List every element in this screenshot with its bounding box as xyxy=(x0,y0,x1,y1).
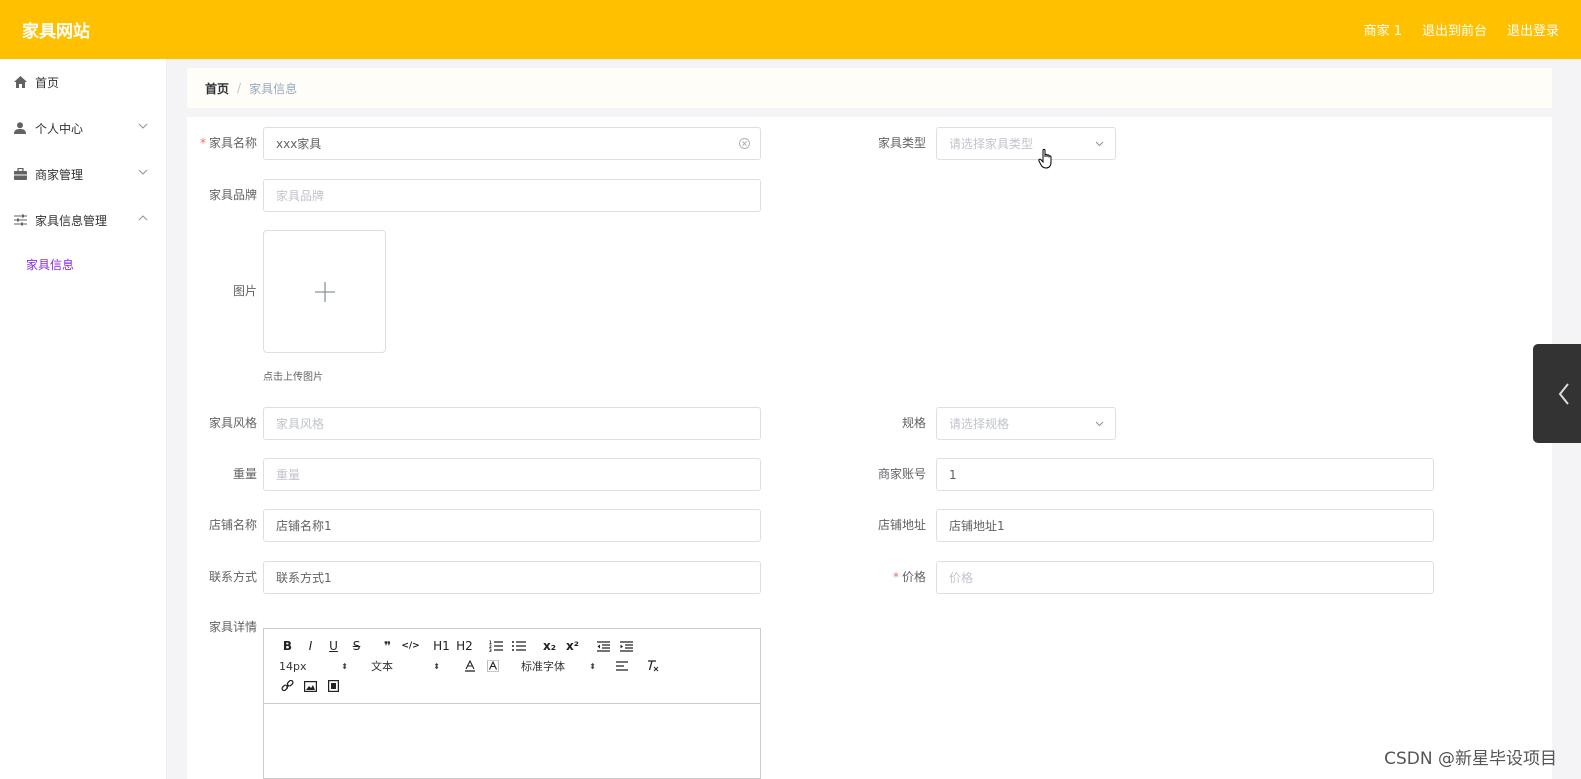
sidebar-item-label: 家具信息管理 xyxy=(35,213,108,228)
briefcase-icon xyxy=(13,167,27,181)
link-icon[interactable] xyxy=(276,677,299,695)
weight-label: 重量 xyxy=(232,467,257,481)
furniture-type-label: 家具类型 xyxy=(877,136,926,150)
sidebar: 首页 个人中心 商家管理 家具信息管理 家具信息 xyxy=(0,59,167,779)
image-upload-button[interactable] xyxy=(263,230,386,353)
chevron-down-icon xyxy=(138,169,148,175)
required-mark: * xyxy=(199,136,206,150)
h1-button[interactable]: H1 xyxy=(430,637,453,655)
clear-format-icon[interactable] xyxy=(641,657,664,675)
breadcrumb: 首页 / 家具信息 xyxy=(187,68,1552,108)
image-label: 图片 xyxy=(232,284,257,298)
sidebar-item-furniture-info-management[interactable]: 家具信息管理 xyxy=(0,197,166,243)
sidebar-item-home[interactable]: 首页 xyxy=(0,59,166,105)
header-nav: 商家 1 退出到前台 退出登录 xyxy=(1364,20,1559,39)
shop-name-input[interactable]: 店铺名称1 xyxy=(263,509,761,542)
sidebar-item-personal-center[interactable]: 个人中心 xyxy=(0,105,166,151)
plus-icon xyxy=(314,281,335,302)
chevron-down-icon xyxy=(1095,421,1104,427)
sidebar-item-label: 首页 xyxy=(35,75,60,90)
italic-button[interactable]: I xyxy=(299,637,322,655)
editor-toolbar: B I U S ❞ </> H1 H2 123 x₂ x² 14px ⬍ 文本 … xyxy=(264,629,760,704)
shop-address-label: 店铺地址 xyxy=(877,518,926,532)
weight-input[interactable]: 重量 xyxy=(263,458,761,491)
furniture-style-input[interactable]: 家具风格 xyxy=(263,407,761,440)
editor-content-area[interactable] xyxy=(264,704,760,778)
chevron-up-icon xyxy=(138,215,148,221)
sidebar-item-label: 个人中心 xyxy=(35,121,84,136)
price-label: * 价格 xyxy=(892,570,926,584)
spec-label: 规格 xyxy=(901,416,926,430)
furniture-brand-label: 家具品牌 xyxy=(208,188,257,202)
furniture-brand-input[interactable]: 家具品牌 xyxy=(263,179,761,212)
outdent-icon[interactable] xyxy=(592,637,615,655)
video-icon[interactable] xyxy=(322,677,345,695)
superscript-button[interactable]: x² xyxy=(561,637,584,655)
merchant-account-input[interactable]: 1 xyxy=(936,458,1434,491)
merchant-user-link[interactable]: 商家 1 xyxy=(1364,20,1402,39)
ordered-list-icon[interactable]: 123 xyxy=(484,637,507,655)
required-mark: * xyxy=(892,570,899,584)
bold-button[interactable]: B xyxy=(276,637,299,655)
side-panel-toggle[interactable] xyxy=(1533,344,1581,443)
strike-button[interactable]: S xyxy=(345,637,368,655)
h2-button[interactable]: H2 xyxy=(453,637,476,655)
upload-tip: 点击上传图片 xyxy=(263,372,323,383)
logout-link[interactable]: 退出登录 xyxy=(1507,20,1559,39)
furniture-form: * 家具名称 xxx家具 家具类型 请选择家具类型 家具品牌 家具品牌 图片 点击… xyxy=(187,117,1552,779)
merchant-account-label: 商家账号 xyxy=(877,467,926,481)
bullet-list-icon[interactable] xyxy=(507,637,530,655)
font-color-icon[interactable] xyxy=(458,657,481,675)
furniture-style-label: 家具风格 xyxy=(208,416,257,430)
furniture-name-label: * 家具名称 xyxy=(199,136,257,150)
svg-text:3: 3 xyxy=(489,648,492,652)
image-icon[interactable] xyxy=(299,677,322,695)
sliders-icon xyxy=(13,213,27,227)
contact-label: 联系方式 xyxy=(208,570,257,584)
detail-label: 家具详情 xyxy=(208,620,257,634)
home-icon xyxy=(13,75,27,89)
main-content: 首页 / 家具信息 * 家具名称 xxx家具 家具类型 请选择家具类型 家具品牌 … xyxy=(187,59,1552,779)
background-color-icon[interactable] xyxy=(481,657,504,675)
contact-input[interactable]: 联系方式1 xyxy=(263,561,761,594)
top-header: 家具网站 商家 1 退出到前台 退出登录 xyxy=(0,0,1581,59)
sidebar-item-label: 商家管理 xyxy=(35,167,84,182)
breadcrumb-current: 家具信息 xyxy=(249,81,298,96)
sidebar-subitem-furniture-info[interactable]: 家具信息 xyxy=(0,243,166,285)
back-to-frontend-link[interactable]: 退出到前台 xyxy=(1422,20,1487,39)
font-family-select[interactable]: 标准字体 ⬍ xyxy=(518,657,596,675)
breadcrumb-home[interactable]: 首页 xyxy=(205,80,229,97)
chevron-down-icon xyxy=(138,123,148,129)
code-block-button[interactable]: </> xyxy=(399,637,422,655)
underline-button[interactable]: U xyxy=(322,637,345,655)
chevron-left-icon xyxy=(1558,382,1569,405)
subscript-button[interactable]: x₂ xyxy=(538,637,561,655)
furniture-type-select[interactable]: 请选择家具类型 xyxy=(936,127,1116,160)
furniture-name-input[interactable]: xxx家具 xyxy=(263,127,761,160)
user-icon xyxy=(13,121,27,135)
paragraph-select[interactable]: 文本 ⬍ xyxy=(368,657,440,675)
clear-icon[interactable] xyxy=(738,137,751,150)
rich-text-editor: B I U S ❞ </> H1 H2 123 x₂ x² 14px ⬍ 文本 … xyxy=(263,628,761,779)
shop-name-label: 店铺名称 xyxy=(208,518,257,532)
price-input[interactable]: 价格 xyxy=(936,561,1434,594)
font-size-select[interactable]: 14px ⬍ xyxy=(276,657,348,675)
indent-icon[interactable] xyxy=(615,637,638,655)
breadcrumb-separator: / xyxy=(237,81,242,95)
shop-address-input[interactable]: 店铺地址1 xyxy=(936,509,1434,542)
hand-cursor-icon xyxy=(1038,148,1052,169)
watermark: CSDN @新星毕设项目 xyxy=(1384,749,1557,769)
spec-select[interactable]: 请选择规格 xyxy=(936,407,1116,440)
blockquote-button[interactable]: ❞ xyxy=(376,637,399,655)
site-logo[interactable]: 家具网站 xyxy=(22,17,90,42)
align-icon[interactable] xyxy=(610,657,633,675)
chevron-down-icon xyxy=(1095,141,1104,147)
sidebar-item-merchant-management[interactable]: 商家管理 xyxy=(0,151,166,197)
